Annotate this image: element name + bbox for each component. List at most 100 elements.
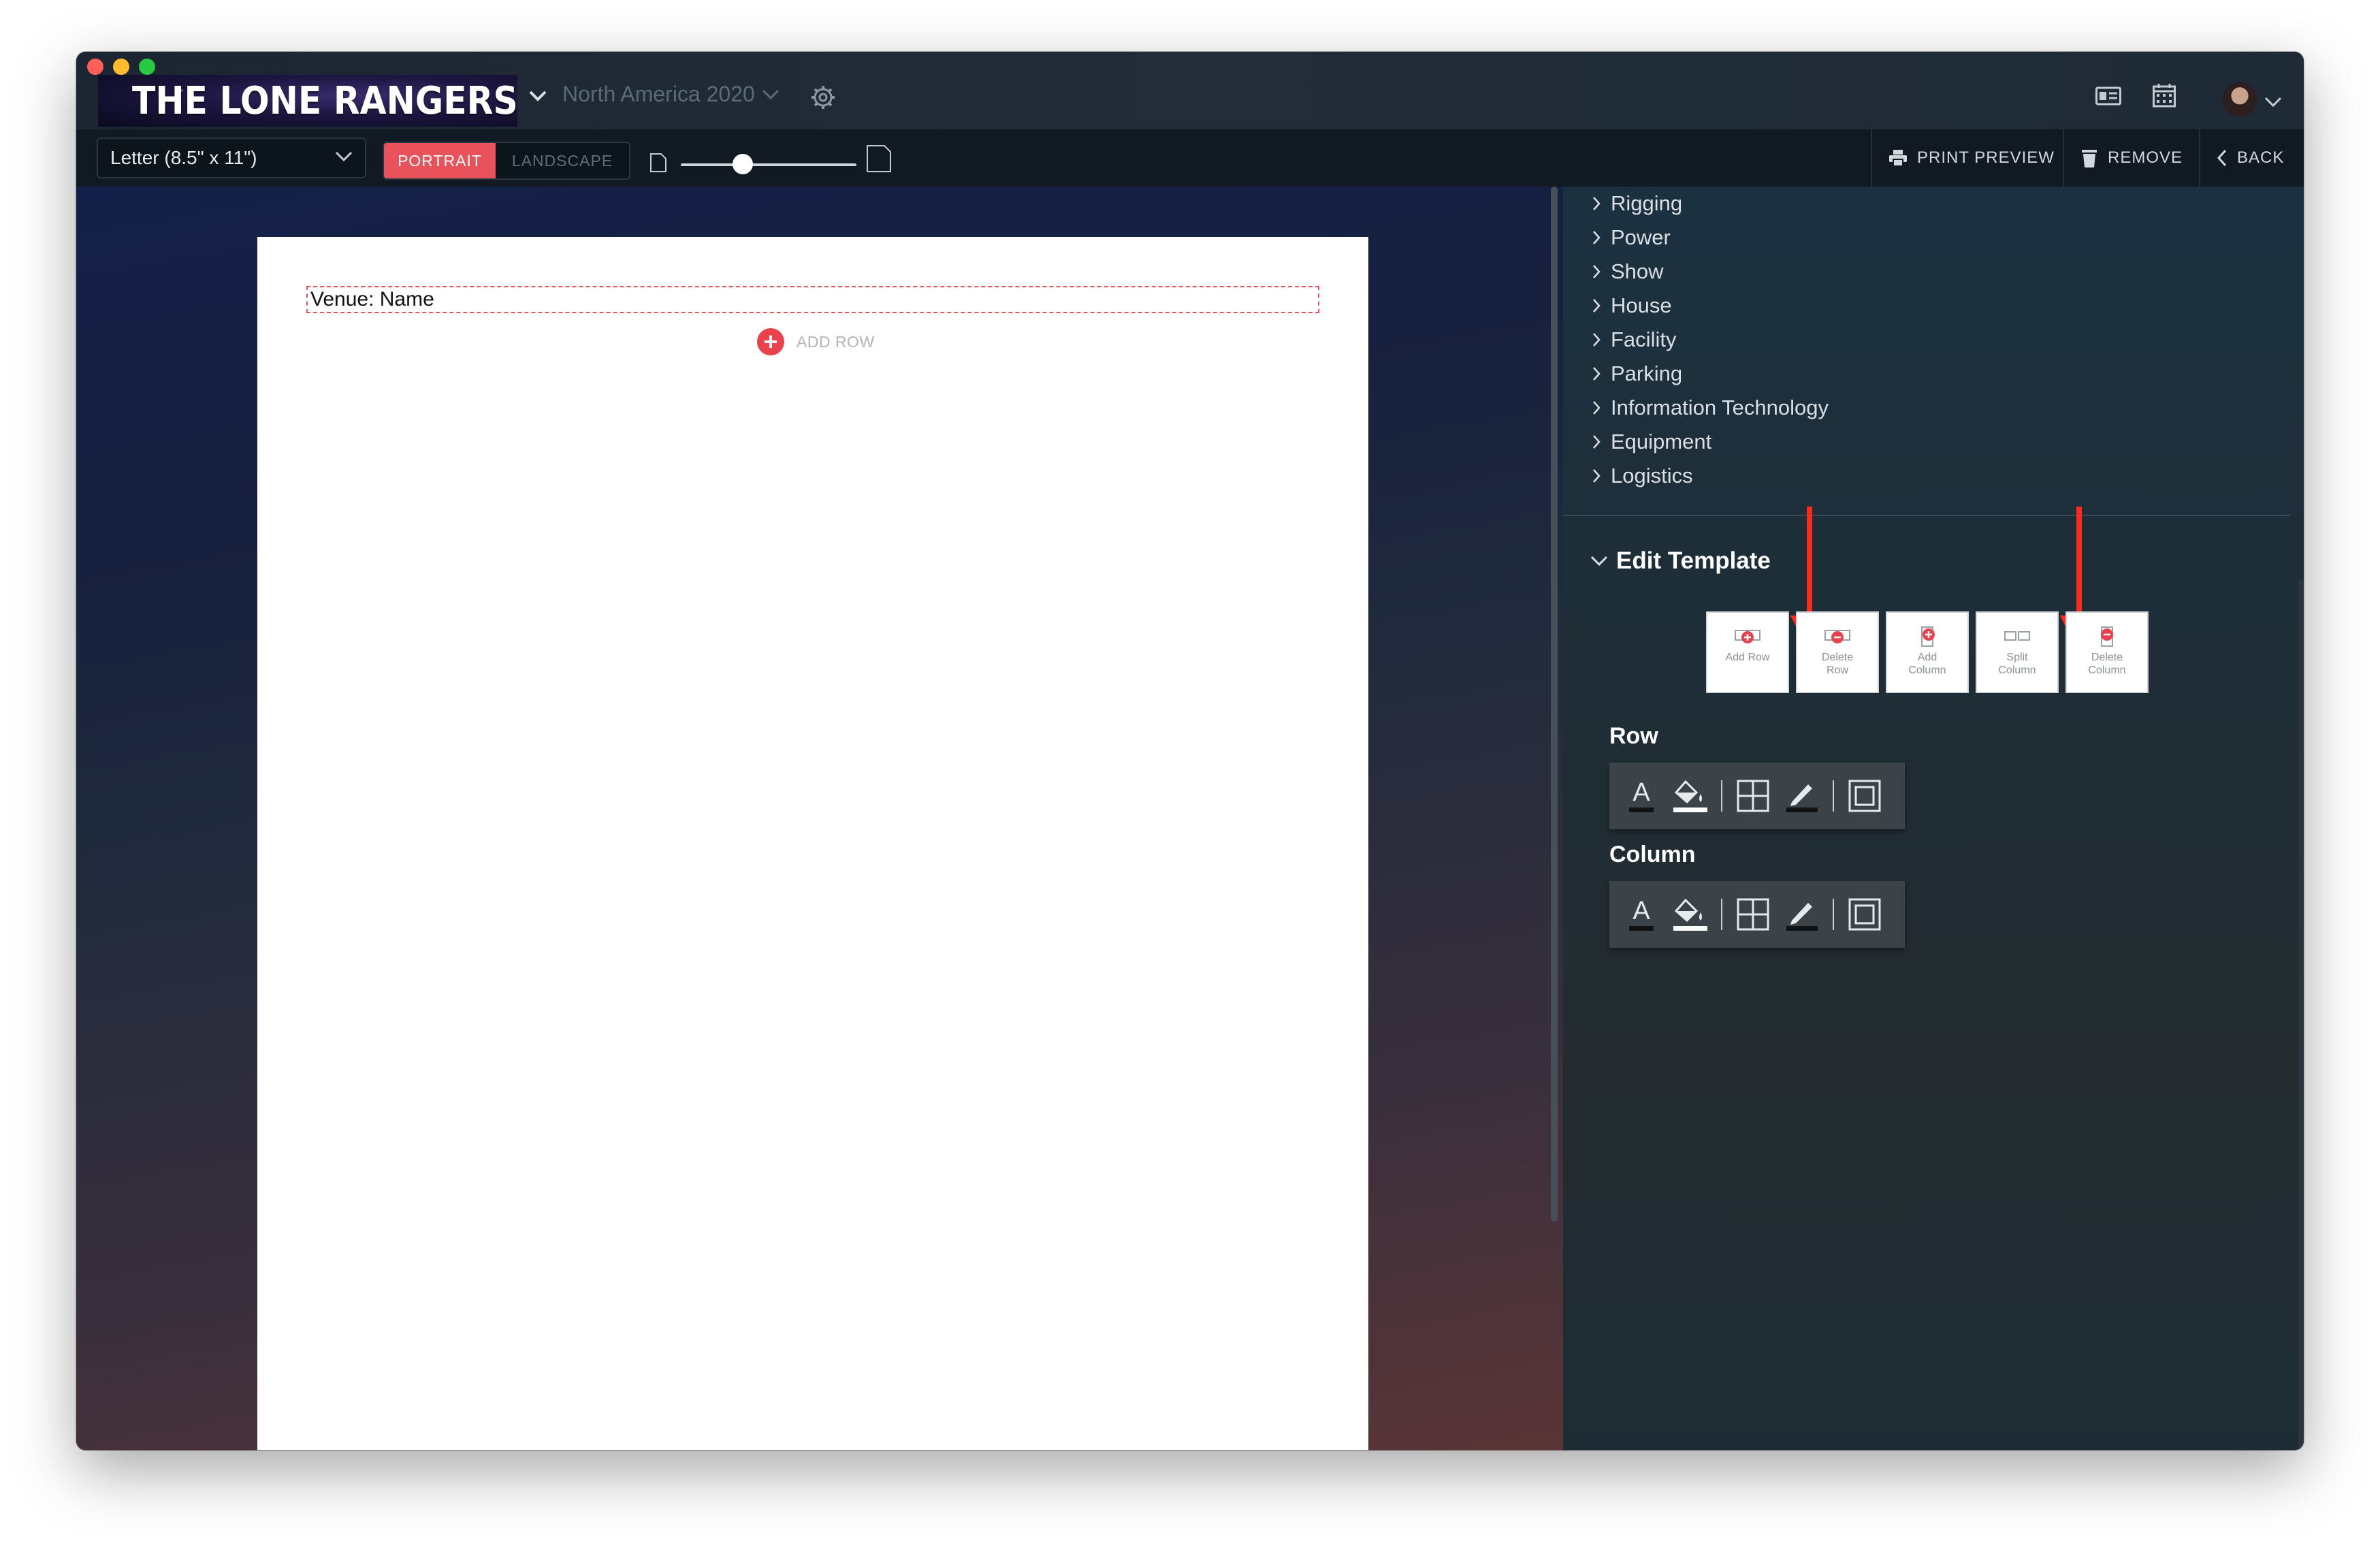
category-label: Power [1611, 225, 1671, 249]
printer-icon [1889, 150, 1907, 167]
delete-column-icon [2101, 626, 2113, 647]
venue-name-text: Venue: Name [310, 288, 434, 310]
zoom-window-button[interactable] [139, 59, 155, 75]
minimize-window-button[interactable] [113, 59, 129, 75]
edit-template-header[interactable]: Edit Template [1590, 547, 1771, 575]
split-column-icon [2004, 631, 2030, 641]
text-color-icon[interactable]: A [1623, 775, 1660, 816]
large-page-icon [867, 145, 891, 172]
chevron-right-icon [1593, 401, 1601, 415]
venue-name-field[interactable]: Venue: Name [306, 286, 1319, 313]
small-page-icon [650, 153, 666, 172]
fill-color-icon[interactable] [1672, 894, 1709, 935]
delete-column-template-button[interactable]: Delete Column [2065, 611, 2149, 693]
close-window-button[interactable] [87, 59, 103, 75]
zoom-slider-handle[interactable] [733, 154, 753, 174]
add-row-button[interactable]: + ADD ROW [757, 328, 875, 355]
chevron-left-icon [2217, 149, 2227, 167]
document-page: Venue: Name + ADD ROW [257, 237, 1368, 1450]
divider [1833, 899, 1834, 930]
chevron-right-icon [1593, 299, 1601, 313]
print-preview-button[interactable]: PRINT PREVIEW [1871, 129, 2071, 187]
category-item[interactable]: Power [1592, 221, 1829, 255]
category-item[interactable]: Equipment [1592, 425, 1829, 459]
category-label: Logistics [1611, 464, 1693, 487]
document-canvas: Venue: Name + ADD ROW [76, 187, 1563, 1450]
add-row-template-button[interactable]: Add Row [1706, 611, 1789, 693]
padding-icon[interactable] [1846, 894, 1883, 935]
divider [1833, 780, 1834, 812]
gear-icon[interactable] [810, 84, 836, 110]
button-label: Delete Row [1821, 652, 1854, 676]
category-item[interactable]: Parking [1592, 357, 1829, 391]
sidebar-scrollbar[interactable] [2298, 580, 2304, 1450]
delete-row-template-button[interactable]: Delete Row [1796, 611, 1879, 693]
fill-color-icon[interactable] [1672, 775, 1709, 816]
back-label: BACK [2237, 148, 2285, 167]
borders-icon[interactable] [1735, 894, 1771, 935]
add-row-label: ADD ROW [797, 332, 875, 351]
add-column-template-button[interactable]: Add Column [1886, 611, 1969, 693]
column-format-toolbar: A [1609, 881, 1905, 948]
back-button[interactable]: BACK [2199, 129, 2300, 187]
button-label: Add Column [1908, 652, 1946, 676]
edit-template-title: Edit Template [1616, 547, 1771, 574]
button-label: Split Column [1998, 652, 2036, 676]
section-divider [1563, 515, 2290, 516]
button-label: Delete Column [2088, 652, 2126, 676]
landscape-button[interactable]: LANDSCAPE [496, 143, 629, 178]
row-section-label: Row [1609, 723, 1658, 749]
avatar[interactable] [2222, 82, 2257, 117]
category-label: Parking [1611, 362, 1683, 385]
category-item[interactable]: Show [1592, 255, 1829, 289]
column-section-label: Column [1609, 842, 1696, 867]
chevron-down-icon[interactable] [528, 90, 547, 102]
chevron-down-icon [762, 89, 779, 99]
svg-text:A: A [1633, 897, 1650, 925]
category-label: Equipment [1611, 430, 1712, 453]
category-label: Information Technology [1611, 396, 1829, 419]
padding-icon[interactable] [1846, 775, 1883, 816]
category-label: Rigging [1611, 191, 1683, 215]
category-item[interactable]: Information Technology [1592, 391, 1829, 425]
portrait-button[interactable]: PORTRAIT [384, 143, 496, 178]
chevron-right-icon [1593, 265, 1601, 278]
text-color-icon[interactable]: A [1623, 894, 1660, 935]
brand-logo[interactable]: THE LONE RANGERS [98, 75, 518, 127]
chevron-right-icon [1593, 367, 1601, 381]
add-column-icon [1921, 626, 1935, 647]
svg-text:A: A [1633, 778, 1650, 807]
document-toolbar: Letter (8.5" x 11") PORTRAIT LANDSCAPE P… [76, 129, 2304, 188]
add-row-icon [1735, 630, 1760, 643]
sidebar-panel: Rigging Power Show House Facility Parkin… [1551, 187, 2304, 1450]
contact-card-icon[interactable] [2095, 86, 2121, 106]
canvas-scrollbar[interactable] [1551, 187, 1558, 1221]
plus-circle-icon: + [757, 328, 784, 355]
project-selector[interactable]: North America 2020 [562, 82, 779, 107]
category-item[interactable]: Rigging [1592, 187, 1829, 221]
row-format-toolbar: A [1609, 763, 1905, 829]
chevron-right-icon [1593, 231, 1601, 244]
zoom-slider[interactable] [681, 163, 856, 166]
split-column-template-button[interactable]: Split Column [1976, 611, 2059, 693]
template-actions: Add Row Delete Row Add Column Split Colu… [1706, 611, 2149, 693]
border-color-icon[interactable] [1784, 775, 1820, 816]
divider [1721, 780, 1722, 812]
window-controls [87, 59, 155, 75]
chevron-down-icon [1590, 556, 1608, 566]
chevron-down-icon[interactable] [2264, 97, 2282, 108]
category-item[interactable]: Facility [1592, 323, 1829, 357]
remove-label: REMOVE [2108, 148, 2183, 167]
border-color-icon[interactable] [1784, 894, 1820, 935]
paper-size-select[interactable]: Letter (8.5" x 11") [97, 138, 366, 178]
category-label: Show [1611, 259, 1664, 283]
remove-button[interactable]: REMOVE [2063, 129, 2199, 187]
category-item[interactable]: House [1592, 289, 1829, 323]
category-label: House [1611, 293, 1672, 317]
orientation-toggle: PORTRAIT LANDSCAPE [383, 142, 630, 180]
chevron-right-icon [1593, 435, 1601, 449]
calendar-icon[interactable] [2153, 83, 2176, 108]
project-name: North America 2020 [562, 82, 755, 106]
category-item[interactable]: Logistics [1592, 459, 1829, 493]
borders-icon[interactable] [1735, 775, 1771, 816]
